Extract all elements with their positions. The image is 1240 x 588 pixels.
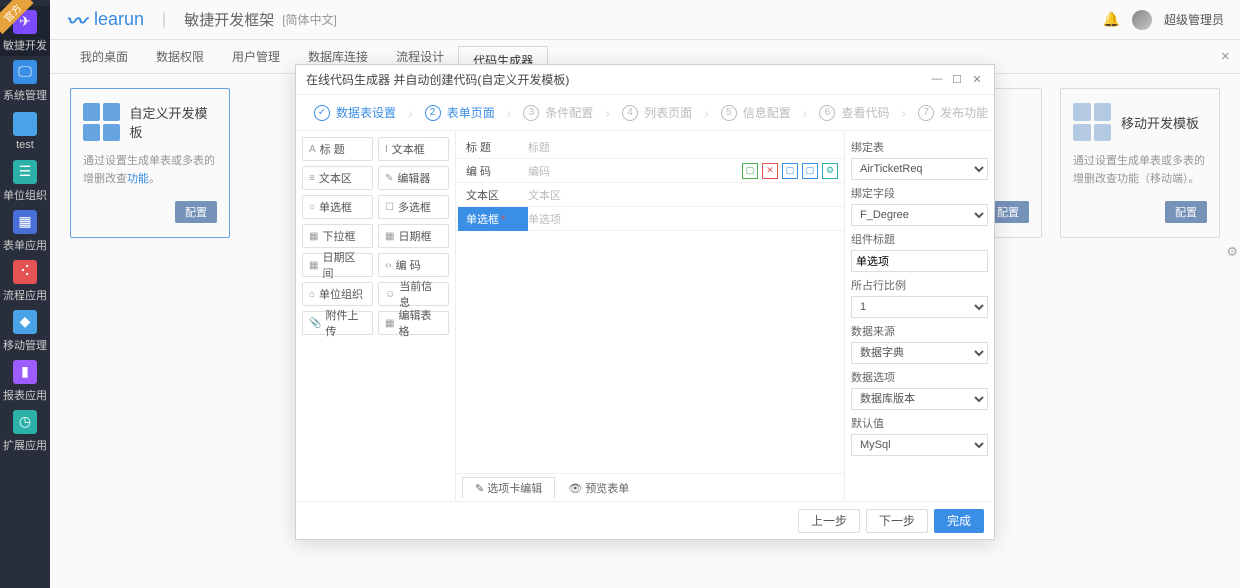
component-icon: ○ (309, 202, 315, 213)
palette-item[interactable]: 📎附件上传 (302, 311, 373, 335)
component-icon: ☺ (385, 289, 395, 300)
component-icon: A (309, 144, 316, 155)
palette-item[interactable]: ✎编辑器 (378, 166, 449, 190)
sidebar-item-org[interactable]: ☰单位组织 (0, 156, 50, 206)
mobile-icon: ◆ (13, 310, 37, 334)
palette-item[interactable]: A标 题 (302, 137, 373, 161)
sidebar-item-system[interactable]: 🖵系统管理 (0, 56, 50, 106)
chart-icon: ▮ (13, 360, 37, 384)
wizard-steps: 数据表设置› 2表单页面› 3条件配置› 4列表页面› 5信息配置› 6查看代码… (296, 95, 994, 131)
square-icon (13, 112, 37, 136)
gear-icon[interactable]: ⚙ (822, 163, 838, 179)
close-icon[interactable]: ✕ (970, 73, 984, 86)
globe-icon: ◷ (13, 410, 37, 434)
grid-icon: ▦ (13, 210, 37, 234)
row-ratio-select[interactable]: 1 (851, 296, 988, 318)
palette-item[interactable]: ▦日期框 (378, 224, 449, 248)
bind-table-select[interactable]: AirTicketReq (851, 158, 988, 180)
component-icon: ▦ (385, 318, 394, 329)
left-sidebar: ✈敏捷开发 🖵系统管理 test ☰单位组织 ▦表单应用 ⠪流程应用 ◆移动管理… (0, 0, 50, 588)
step-2[interactable]: 2表单页面 (415, 104, 505, 121)
step-1[interactable]: 数据表设置 (304, 104, 406, 121)
palette-item[interactable]: ⌂单位组织 (302, 282, 373, 306)
component-icon: I (385, 144, 388, 155)
sidebar-item-ext[interactable]: ◷扩展应用 (0, 406, 50, 456)
sidebar-item-form[interactable]: ▦表单应用 (0, 206, 50, 256)
action-icon[interactable]: ▢ (802, 163, 818, 179)
data-option-select[interactable]: 数据库版本 (851, 388, 988, 410)
sidebar-item-report[interactable]: ▮报表应用 (0, 356, 50, 406)
component-palette: A标 题I文本框≡文本区✎编辑器○单选框☐多选框▦下拉框▦日期框▦日期区间‹›编… (296, 131, 456, 501)
modal-title: 在线代码生成器 并自动创建代码(自定义开发模板) (306, 71, 569, 88)
modal-overlay: 在线代码生成器 并自动创建代码(自定义开发模板) — ☐ ✕ 数据表设置› 2表… (50, 0, 1240, 588)
properties-panel: 绑定表 AirTicketReq 绑定字段 F_Degree 组件标题 所占行比… (844, 131, 994, 501)
component-icon: ☐ (385, 202, 394, 213)
palette-item[interactable]: ‹›编 码 (378, 253, 449, 277)
default-value-select[interactable]: MySql (851, 434, 988, 456)
sidebar-item-test[interactable]: test (0, 106, 50, 156)
layers-icon: ☰ (13, 160, 37, 184)
form-row[interactable]: 单选框*单选项 (456, 207, 844, 231)
done-button[interactable]: 完成 (934, 509, 984, 533)
pencil-icon: ✎ (475, 483, 487, 495)
action-icon[interactable]: ▢ (782, 163, 798, 179)
palette-item[interactable]: ○单选框 (302, 195, 373, 219)
data-source-select[interactable]: 数据字典 (851, 342, 988, 364)
sidebar-item-flow[interactable]: ⠪流程应用 (0, 256, 50, 306)
step-6[interactable]: 6查看代码 (809, 104, 899, 121)
palette-item[interactable]: ≡文本区 (302, 166, 373, 190)
component-icon: ⌂ (309, 289, 315, 300)
component-title-input[interactable] (851, 250, 988, 272)
palette-item[interactable]: ▦下拉框 (302, 224, 373, 248)
form-row[interactable]: 标 题标题 (456, 135, 844, 159)
tab-edit-options[interactable]: ✎ 选项卡编辑 (462, 477, 555, 499)
form-row[interactable]: 编 码编码▢✕▢▢⚙ (456, 159, 844, 183)
palette-item[interactable]: ☺当前信息 (378, 282, 449, 306)
form-row[interactable]: 文本区文本区 (456, 183, 844, 207)
palette-item[interactable]: ▦编辑表格 (378, 311, 449, 335)
bind-field-select[interactable]: F_Degree (851, 204, 988, 226)
component-icon: ≡ (309, 173, 315, 184)
component-icon: ✎ (385, 173, 393, 184)
component-icon: ▦ (309, 260, 318, 271)
component-icon: ‹› (385, 260, 392, 271)
prev-button[interactable]: 上一步 (798, 509, 860, 533)
codegen-modal: 在线代码生成器 并自动创建代码(自定义开发模板) — ☐ ✕ 数据表设置› 2表… (295, 64, 995, 540)
component-icon: ▦ (385, 231, 394, 242)
step-7[interactable]: 7发布功能 (908, 104, 994, 121)
action-icon[interactable]: ✕ (762, 163, 778, 179)
maximize-icon[interactable]: ☐ (950, 73, 964, 86)
step-5[interactable]: 5信息配置 (711, 104, 801, 121)
minimize-icon[interactable]: — (930, 73, 944, 86)
action-icon[interactable]: ▢ (742, 163, 758, 179)
sidebar-item-mobile[interactable]: ◆移动管理 (0, 306, 50, 356)
palette-item[interactable]: ▦日期区间 (302, 253, 373, 277)
component-icon: 📎 (309, 318, 321, 329)
eye-icon: 👁 (568, 483, 585, 495)
step-3[interactable]: 3条件配置 (513, 104, 603, 121)
tab-preview-form[interactable]: 👁 预览表单 (555, 477, 642, 499)
next-button[interactable]: 下一步 (866, 509, 928, 533)
form-canvas[interactable]: 标 题标题编 码编码▢✕▢▢⚙文本区文本区单选框*单选项 (456, 131, 844, 473)
step-4[interactable]: 4列表页面 (612, 104, 702, 121)
palette-item[interactable]: ☐多选框 (378, 195, 449, 219)
component-icon: ▦ (309, 231, 318, 242)
palette-item[interactable]: I文本框 (378, 137, 449, 161)
share-icon: ⠪ (13, 260, 37, 284)
monitor-icon: 🖵 (13, 60, 37, 84)
